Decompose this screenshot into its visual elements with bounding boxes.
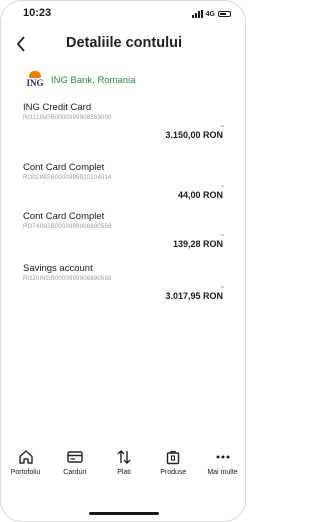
transfer-arrows-icon — [116, 447, 132, 467]
account-balance: 3.017,95 RON — [165, 291, 223, 301]
tab-mai-multe[interactable]: Mai multe — [198, 447, 245, 495]
lion-icon — [29, 71, 41, 78]
account-balance: 44,00 RON — [177, 190, 223, 200]
account-iban: RO02INGB0000999910204014 — [23, 175, 112, 181]
account-name: Cont Card Complet — [23, 211, 105, 222]
tab-label: Plati — [117, 469, 131, 476]
bottom-tab-bar: Portofoliu Carduri Plati Produse Mai mul… — [1, 447, 245, 495]
card-icon — [67, 447, 83, 467]
account-balance: 139,28 RON — [172, 239, 223, 249]
account-name: Savings account — [23, 263, 93, 274]
account-iban: RO21INGB0000999908363000 — [23, 115, 112, 121]
battery-icon — [218, 11, 231, 17]
tab-portofoliu[interactable]: Portofoliu — [1, 447, 50, 495]
chevron-down-icon[interactable]: ⌄ — [219, 121, 226, 129]
signal-icon — [191, 10, 203, 18]
tab-produse[interactable]: Produse — [149, 447, 198, 495]
tab-label: Carduri — [63, 469, 87, 476]
home-icon — [18, 447, 34, 467]
status-indicators: 4G — [191, 9, 231, 19]
bank-name: ING Bank, Romania — [51, 74, 136, 86]
home-indicator — [89, 512, 159, 515]
status-time: 10:23 — [23, 7, 52, 19]
chevron-down-icon[interactable]: ⌄ — [219, 181, 226, 189]
chevron-down-icon[interactable]: ⌄ — [219, 230, 226, 238]
account-item[interactable]: ING Credit Card RO21INGB0000999908363000… — [23, 102, 226, 160]
page-header: Detaliile contului — [1, 29, 245, 63]
page-title: Detaliile contului — [65, 35, 182, 51]
phone-screen: 10:23 4G Detaliile contului ING ING Bank… — [0, 0, 246, 522]
tab-carduri[interactable]: Carduri — [50, 447, 99, 495]
tab-label: Mai multe — [207, 469, 238, 476]
tab-label: Portofoliu — [10, 469, 41, 476]
account-balance: 3.150,00 RON — [165, 130, 223, 140]
bank-row: ING ING Bank, Romania — [25, 70, 135, 90]
account-name: ING Credit Card — [23, 102, 92, 113]
ing-logo: ING — [25, 71, 45, 89]
account-item[interactable]: Savings account RO20INGB0000999906890558… — [23, 263, 226, 321]
product-bag-icon — [165, 447, 181, 467]
more-dots-icon — [215, 447, 231, 467]
status-bar: 10:23 4G — [1, 1, 245, 29]
tab-label: Produse — [160, 469, 187, 476]
account-iban: RO74INGB0000999906890556 — [23, 224, 112, 230]
tab-plati[interactable]: Plati — [100, 447, 149, 495]
account-item[interactable]: Cont Card Complet RO74INGB00009999068905… — [23, 211, 226, 269]
chevron-down-icon[interactable]: ⌄ — [219, 282, 226, 290]
account-name: Cont Card Complet — [23, 162, 105, 173]
account-iban: RO20INGB0000999906890558 — [23, 276, 112, 282]
network-label: 4G — [205, 10, 215, 18]
